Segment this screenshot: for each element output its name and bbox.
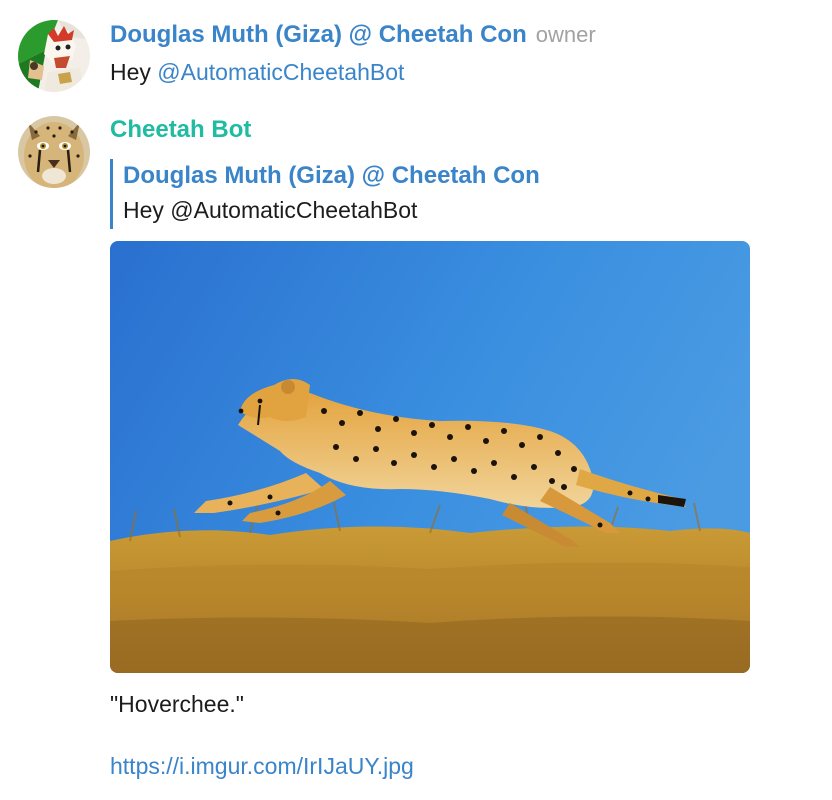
sender-role-badge: owner bbox=[535, 22, 596, 47]
avatar-douglas-image bbox=[18, 20, 90, 92]
chat-history: Douglas Muth (Giza) @ Cheetah Con owner … bbox=[0, 0, 832, 800]
reply-sender-name: Douglas Muth (Giza) @ Cheetah Con bbox=[123, 162, 540, 189]
message-cheetah-bot: Cheetah Bot Douglas Muth (Giza) @ Cheeta… bbox=[18, 116, 750, 783]
message-douglas: Douglas Muth (Giza) @ Cheetah Con owner … bbox=[18, 20, 596, 92]
message-text: Hey @AutomaticCheetahBot bbox=[110, 55, 596, 89]
message-header: Cheetah Bot bbox=[110, 116, 750, 152]
cheetah-photo bbox=[110, 241, 750, 673]
photo-attachment[interactable] bbox=[110, 241, 750, 673]
message-caption: "Hoverchee." bbox=[110, 691, 244, 717]
image-link[interactable]: https://i.imgur.com/IrIJaUY.jpg bbox=[110, 749, 750, 783]
avatar-douglas[interactable] bbox=[18, 20, 90, 92]
avatar-cheetah-bot[interactable] bbox=[18, 116, 90, 188]
sender-name[interactable]: Douglas Muth (Giza) @ Cheetah Con bbox=[110, 21, 527, 49]
message-text-prefix: Hey bbox=[110, 59, 158, 85]
reply-text: Hey @AutomaticCheetahBot bbox=[123, 197, 418, 223]
mention-link[interactable]: @AutomaticCheetahBot bbox=[157, 59, 404, 85]
message-body: Douglas Muth (Giza) @ Cheetah Con owner … bbox=[110, 20, 596, 92]
message-body: Cheetah Bot Douglas Muth (Giza) @ Cheeta… bbox=[110, 116, 750, 783]
sender-name[interactable]: Cheetah Bot bbox=[110, 116, 251, 144]
reply-quote[interactable]: Douglas Muth (Giza) @ Cheetah Con Hey @A… bbox=[110, 159, 750, 229]
message-header: Douglas Muth (Giza) @ Cheetah Con owner bbox=[110, 21, 596, 55]
avatar-cheetah-image bbox=[18, 116, 90, 188]
